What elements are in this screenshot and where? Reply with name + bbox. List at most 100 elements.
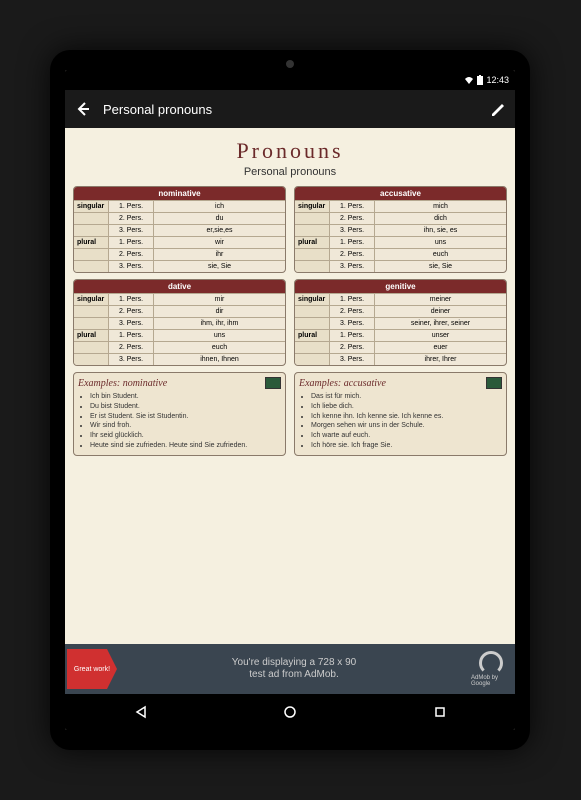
example-item: Ich kenne ihn. Ich kenne sie. Ich kenne …	[311, 412, 502, 422]
cell-number	[295, 249, 330, 260]
table-header: accusative	[295, 187, 506, 200]
cell-number	[295, 318, 330, 329]
cell-number	[295, 354, 330, 365]
nav-recents-button[interactable]	[420, 697, 460, 727]
table-dative: dative singular1. Pers.mir2. Pers.dir3. …	[73, 279, 286, 366]
cell-person: 2. Pers.	[330, 342, 375, 353]
cell-person: 2. Pers.	[109, 249, 154, 260]
examples-accusative: Examples: accusative Das ist für mich.Ic…	[294, 372, 507, 456]
cell-value: unser	[375, 330, 506, 341]
table-row: 3. Pers.sie, Sie	[74, 260, 285, 272]
back-button[interactable]	[73, 99, 93, 119]
cell-number	[295, 261, 330, 272]
examples-row: Examples: nominative Ich bin Student.Du …	[73, 372, 507, 456]
nav-back-button[interactable]	[120, 697, 160, 727]
ad-text: You're displaying a 728 x 90 test ad fro…	[117, 657, 471, 681]
square-recents-icon	[433, 705, 447, 719]
pencil-icon	[490, 102, 504, 116]
cell-number	[74, 213, 109, 224]
cell-value: uns	[375, 237, 506, 248]
example-item: Das ist für mich.	[311, 392, 502, 402]
cell-number	[295, 306, 330, 317]
table-row: 2. Pers.dich	[295, 212, 506, 224]
cell-value: ihn, sie, es	[375, 225, 506, 236]
table-accusative: accusative singular1. Pers.mich2. Pers.d…	[294, 186, 507, 273]
cell-person: 2. Pers.	[109, 213, 154, 224]
screen: 12:43 Personal pronouns Pronouns Persona…	[65, 70, 515, 730]
table-row: 2. Pers.euch	[295, 248, 506, 260]
cell-number	[295, 342, 330, 353]
battery-icon	[477, 75, 483, 85]
example-item: Ich höre sie. Ich frage Sie.	[311, 441, 502, 451]
status-bar: 12:43	[65, 70, 515, 90]
example-item: Ich liebe dich.	[311, 402, 502, 412]
cell-person: 1. Pers.	[330, 330, 375, 341]
table-row: plural1. Pers.uns	[74, 329, 285, 341]
chalkboard-icon	[265, 377, 281, 389]
cell-person: 1. Pers.	[330, 237, 375, 248]
cell-value: mich	[375, 201, 506, 212]
cell-value: seiner, ihrer, seiner	[375, 318, 506, 329]
ad-banner[interactable]: Great work! You're displaying a 728 x 90…	[65, 644, 515, 694]
cell-person: 1. Pers.	[109, 294, 154, 305]
cell-number	[74, 249, 109, 260]
cell-value: euer	[375, 342, 506, 353]
cell-value: er,sie,es	[154, 225, 285, 236]
cell-value: sie, Sie	[375, 261, 506, 272]
appbar-title: Personal pronouns	[103, 102, 477, 117]
table-genitive: genitive singular1. Pers.meiner2. Pers.d…	[294, 279, 507, 366]
table-nominative: nominative singular1. Pers.ich2. Pers.du…	[73, 186, 286, 273]
camera-dot	[286, 60, 294, 68]
cell-number	[74, 318, 109, 329]
edit-button[interactable]	[487, 99, 507, 119]
cell-person: 1. Pers.	[109, 201, 154, 212]
admob-icon	[479, 651, 503, 675]
tables-row-1: nominative singular1. Pers.ich2. Pers.du…	[73, 186, 507, 273]
cell-person: 1. Pers.	[109, 237, 154, 248]
cell-number	[74, 342, 109, 353]
example-item: Er ist Student. Sie ist Studentin.	[90, 412, 281, 422]
cell-number: plural	[74, 330, 109, 341]
cell-number: plural	[295, 330, 330, 341]
cell-number: singular	[295, 294, 330, 305]
chalkboard-icon	[486, 377, 502, 389]
cell-value: du	[154, 213, 285, 224]
example-title: Examples: nominative	[78, 378, 167, 389]
cell-number	[74, 306, 109, 317]
clock: 12:43	[486, 75, 509, 85]
table-row: 3. Pers.sie, Sie	[295, 260, 506, 272]
cell-value: ihr	[154, 249, 285, 260]
ad-badge: Great work!	[67, 649, 117, 689]
cell-person: 3. Pers.	[109, 261, 154, 272]
cell-value: meiner	[375, 294, 506, 305]
table-row: 3. Pers.er,sie,es	[74, 224, 285, 236]
cell-person: 3. Pers.	[330, 354, 375, 365]
table-row: 2. Pers.ihr	[74, 248, 285, 260]
cell-value: mir	[154, 294, 285, 305]
table-row: 2. Pers.euch	[74, 341, 285, 353]
triangle-back-icon	[133, 705, 147, 719]
content-area: Pronouns Personal pronouns nominative si…	[65, 128, 515, 644]
cell-person: 2. Pers.	[330, 213, 375, 224]
nav-home-button[interactable]	[270, 697, 310, 727]
cell-value: ich	[154, 201, 285, 212]
example-item: Ich bin Student.	[90, 392, 281, 402]
example-item: Ihr seid glücklich.	[90, 431, 281, 441]
table-row: singular1. Pers.mir	[74, 293, 285, 305]
cell-value: ihm, ihr, ihm	[154, 318, 285, 329]
example-item: Morgen sehen wir uns in der Schule.	[311, 421, 502, 431]
table-row: plural1. Pers.unser	[295, 329, 506, 341]
cell-person: 3. Pers.	[330, 318, 375, 329]
example-title: Examples: accusative	[299, 378, 386, 389]
arrow-left-icon	[75, 101, 91, 117]
tablet-frame: 12:43 Personal pronouns Pronouns Persona…	[50, 50, 530, 750]
cell-person: 1. Pers.	[330, 294, 375, 305]
table-header: dative	[74, 280, 285, 293]
wifi-icon	[464, 75, 474, 85]
cell-value: euch	[154, 342, 285, 353]
table-row: 2. Pers.du	[74, 212, 285, 224]
cell-number: singular	[74, 294, 109, 305]
tables-row-2: dative singular1. Pers.mir2. Pers.dir3. …	[73, 279, 507, 366]
page-subtitle: Personal pronouns	[73, 166, 507, 178]
example-item: Du bist Student.	[90, 402, 281, 412]
